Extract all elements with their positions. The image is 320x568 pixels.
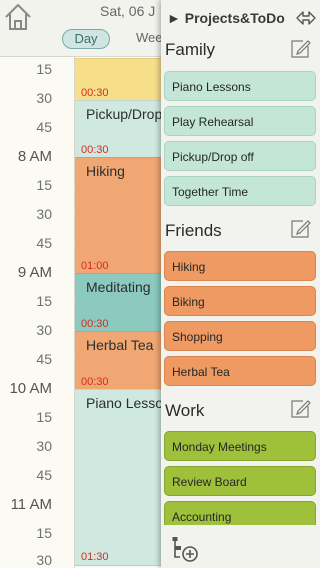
calendar-event[interactable]: Piano Lesso 01:30: [75, 389, 165, 566]
project-item[interactable]: Pickup/Drop off: [164, 141, 316, 171]
project-item[interactable]: Shopping: [164, 321, 316, 351]
time-label: 30: [36, 90, 52, 106]
calendar-event[interactable]: Meditating 00:30: [75, 273, 165, 333]
project-item[interactable]: Herbal Tea: [164, 356, 316, 386]
event-title: Piano Lesso: [86, 395, 164, 411]
project-item[interactable]: Piano Lessons: [164, 71, 316, 101]
calendar-event[interactable]: 00:30: [75, 58, 165, 102]
event-duration: 00:30: [81, 376, 109, 388]
current-date: Sat, 06 J: [100, 3, 156, 19]
group-title-work: Work: [165, 401, 205, 420]
project-item[interactable]: Together Time: [164, 176, 316, 206]
time-label: 45: [36, 235, 52, 251]
project-item[interactable]: Monday Meetings: [164, 431, 316, 461]
time-label: 30: [36, 438, 52, 454]
time-label: 45: [36, 467, 52, 483]
edit-icon[interactable]: [289, 218, 311, 240]
time-label: 15: [36, 293, 52, 309]
event-duration: 00:30: [81, 87, 109, 99]
event-duration: 01:30: [81, 551, 109, 563]
group-title-friends: Friends: [165, 221, 222, 240]
event-title: Hiking: [86, 163, 125, 179]
home-icon[interactable]: [2, 0, 34, 32]
event-title: Meditating: [86, 279, 151, 295]
week-view-tab[interactable]: Wee: [136, 30, 163, 45]
time-label: 8 AM: [17, 148, 52, 165]
calendar-event[interactable]: Herbal Tea 00:30: [75, 331, 165, 391]
projects-panel: ► Projects&ToDo Family Piano Lessons Pla…: [161, 0, 320, 568]
time-label: 30: [36, 206, 52, 222]
disclosure-triangle-icon: ►: [167, 10, 181, 26]
edit-icon[interactable]: [289, 398, 311, 420]
event-duration: 01:00: [81, 260, 109, 272]
time-label: 15: [36, 525, 52, 541]
time-label: 30: [36, 322, 52, 338]
time-label: 11 AM: [10, 496, 52, 513]
project-item[interactable]: Play Rehearsal: [164, 106, 316, 136]
time-label: 15: [36, 61, 52, 77]
time-label: 10 AM: [9, 380, 52, 397]
double-arrow-icon[interactable]: [295, 9, 317, 27]
add-project-icon[interactable]: [171, 535, 199, 563]
edit-icon[interactable]: [289, 38, 311, 60]
event-duration: 00:30: [81, 144, 109, 156]
panel-title[interactable]: ► Projects&ToDo: [167, 10, 285, 26]
time-label: 45: [36, 119, 52, 135]
project-item[interactable]: Biking: [164, 286, 316, 316]
panel-title-text: Projects&ToDo: [184, 10, 285, 26]
event-title: Pickup/Drop: [86, 106, 163, 122]
panel-footer: [161, 525, 320, 568]
time-label: 30: [36, 552, 52, 568]
day-view-tab[interactable]: Day: [62, 29, 110, 49]
event-duration: 00:30: [81, 318, 109, 330]
time-label: 15: [36, 409, 52, 425]
calendar-event[interactable]: Pickup/Drop 00:30: [75, 100, 165, 159]
time-label: 45: [36, 351, 52, 367]
project-item[interactable]: Hiking: [164, 251, 316, 281]
calendar-event[interactable]: Hiking 01:00: [75, 157, 165, 275]
event-title: Herbal Tea: [86, 337, 154, 353]
time-label: 15: [36, 177, 52, 193]
time-label: 9 AM: [17, 264, 52, 281]
group-title-family: Family: [165, 40, 216, 59]
project-item[interactable]: Review Board: [164, 466, 316, 496]
